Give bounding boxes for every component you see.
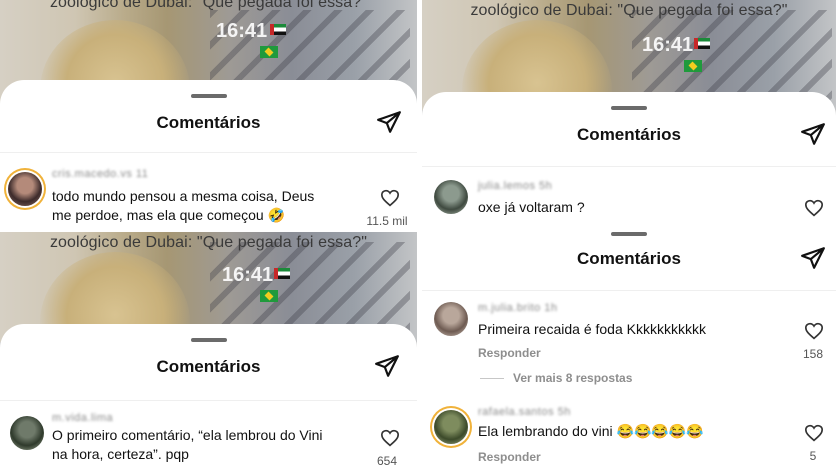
comment-username[interactable]: julia.lemos 5h: [478, 180, 552, 192]
reply-button[interactable]: Responder: [478, 450, 541, 464]
comment-text: todo mundo pensou a mesma coisa, Deus me…: [52, 187, 314, 225]
comment-text: Primeira recaida é foda Kkkkkkkkkkk: [478, 321, 706, 337]
sheet-title: Comentários: [156, 113, 261, 132]
sheet-divider: [0, 152, 417, 153]
comment-text-line: na hora, certeza”. pqp: [52, 446, 189, 462]
comment-text: Ela lembrando do vini 😂😂😂😂😂: [478, 423, 704, 439]
video-timestamp: 16:41: [222, 264, 274, 286]
like-count: 11.5 mil: [366, 214, 408, 228]
sheet-grabber[interactable]: [611, 232, 647, 236]
avatar[interactable]: [434, 410, 468, 444]
avatar[interactable]: [434, 180, 468, 214]
brazil-flag-icon: [260, 290, 278, 302]
comment-text: oxe já voltaram ?: [478, 199, 585, 215]
video-caption: zoológico de Dubai: "Que pegada foi essa…: [470, 2, 788, 19]
comments-sheet: Comentários julia.lemos 5h oxe já voltar…: [422, 92, 836, 226]
brazil-flag-icon: [684, 60, 702, 72]
comment-text: O primeiro comentário, “ela lembrou do V…: [52, 426, 323, 464]
sheet-title: Comentários: [577, 249, 681, 268]
comment-username[interactable]: rafaela.santos 5h: [478, 406, 571, 418]
view-more-replies-link[interactable]: Ver mais 8 respostas: [513, 371, 632, 385]
comments-sheet: Comentários m.julia.brito 1h Primeira re…: [422, 226, 836, 468]
screenshot-panel-bottom-right: Comentários m.julia.brito 1h Primeira re…: [422, 226, 836, 468]
uae-flag-icon: [694, 38, 710, 49]
avatar[interactable]: [8, 172, 42, 206]
share-icon[interactable]: [376, 109, 402, 135]
uae-flag-icon: [274, 268, 290, 279]
heart-icon[interactable]: [380, 189, 400, 207]
video-timestamp: 16:41: [216, 20, 268, 42]
comment-username[interactable]: cris.macedo.vs 11: [52, 168, 148, 180]
share-icon[interactable]: [800, 121, 826, 147]
comments-sheet: Comentários cris.macedo.vs 11 todo mundo…: [0, 80, 417, 228]
sheet-title: Comentários: [577, 125, 681, 144]
heart-icon[interactable]: [804, 199, 824, 217]
sheet-title: Comentários: [156, 357, 261, 376]
video-timestamp: 16:41: [642, 34, 694, 56]
sheet-divider: [422, 290, 836, 291]
sheet-divider: [422, 166, 836, 167]
comment-username[interactable]: m.julia.brito 1h: [478, 302, 558, 314]
uae-flag-icon: [270, 24, 286, 35]
comment-username[interactable]: m.vida.lima: [52, 412, 113, 424]
sheet-grabber[interactable]: [190, 94, 227, 98]
share-icon[interactable]: [800, 245, 826, 271]
screenshot-panel-top-right: zoológico de Dubai: "Que pegada foi essa…: [422, 0, 836, 226]
comment-text-line: me perdoe, mas ela que começou 🤣: [52, 207, 285, 223]
heart-icon[interactable]: [804, 424, 824, 442]
sheet-grabber[interactable]: [611, 106, 647, 110]
comment-text-line: todo mundo pensou a mesma coisa, Deus: [52, 188, 315, 204]
replies-line: [480, 378, 504, 379]
heart-icon[interactable]: [804, 322, 824, 340]
like-count: 5: [809, 449, 817, 463]
like-count: 654: [376, 454, 398, 468]
like-count: 158: [802, 347, 824, 361]
avatar[interactable]: [10, 416, 44, 450]
brazil-flag-icon: [260, 46, 278, 58]
sheet-grabber[interactable]: [190, 338, 227, 342]
share-icon[interactable]: [374, 353, 400, 379]
video-caption: zoológico de Dubai: "Que pegada foi essa…: [49, 0, 368, 11]
avatar[interactable]: [434, 302, 468, 336]
screenshot-panel-top-left: zoológico de Dubai: "Que pegada foi essa…: [0, 0, 417, 228]
sheet-divider: [0, 400, 417, 401]
video-caption: zoológico de Dubai: "Que pegada foi essa…: [49, 234, 368, 251]
screenshot-panel-bottom-left: zoológico de Dubai: "Que pegada foi essa…: [0, 232, 417, 468]
reply-button[interactable]: Responder: [478, 346, 541, 360]
comments-sheet: Comentários m.vida.lima O primeiro comen…: [0, 324, 417, 468]
comment-text-line: O primeiro comentário, “ela lembrou do V…: [52, 427, 323, 443]
heart-icon[interactable]: [380, 429, 400, 447]
